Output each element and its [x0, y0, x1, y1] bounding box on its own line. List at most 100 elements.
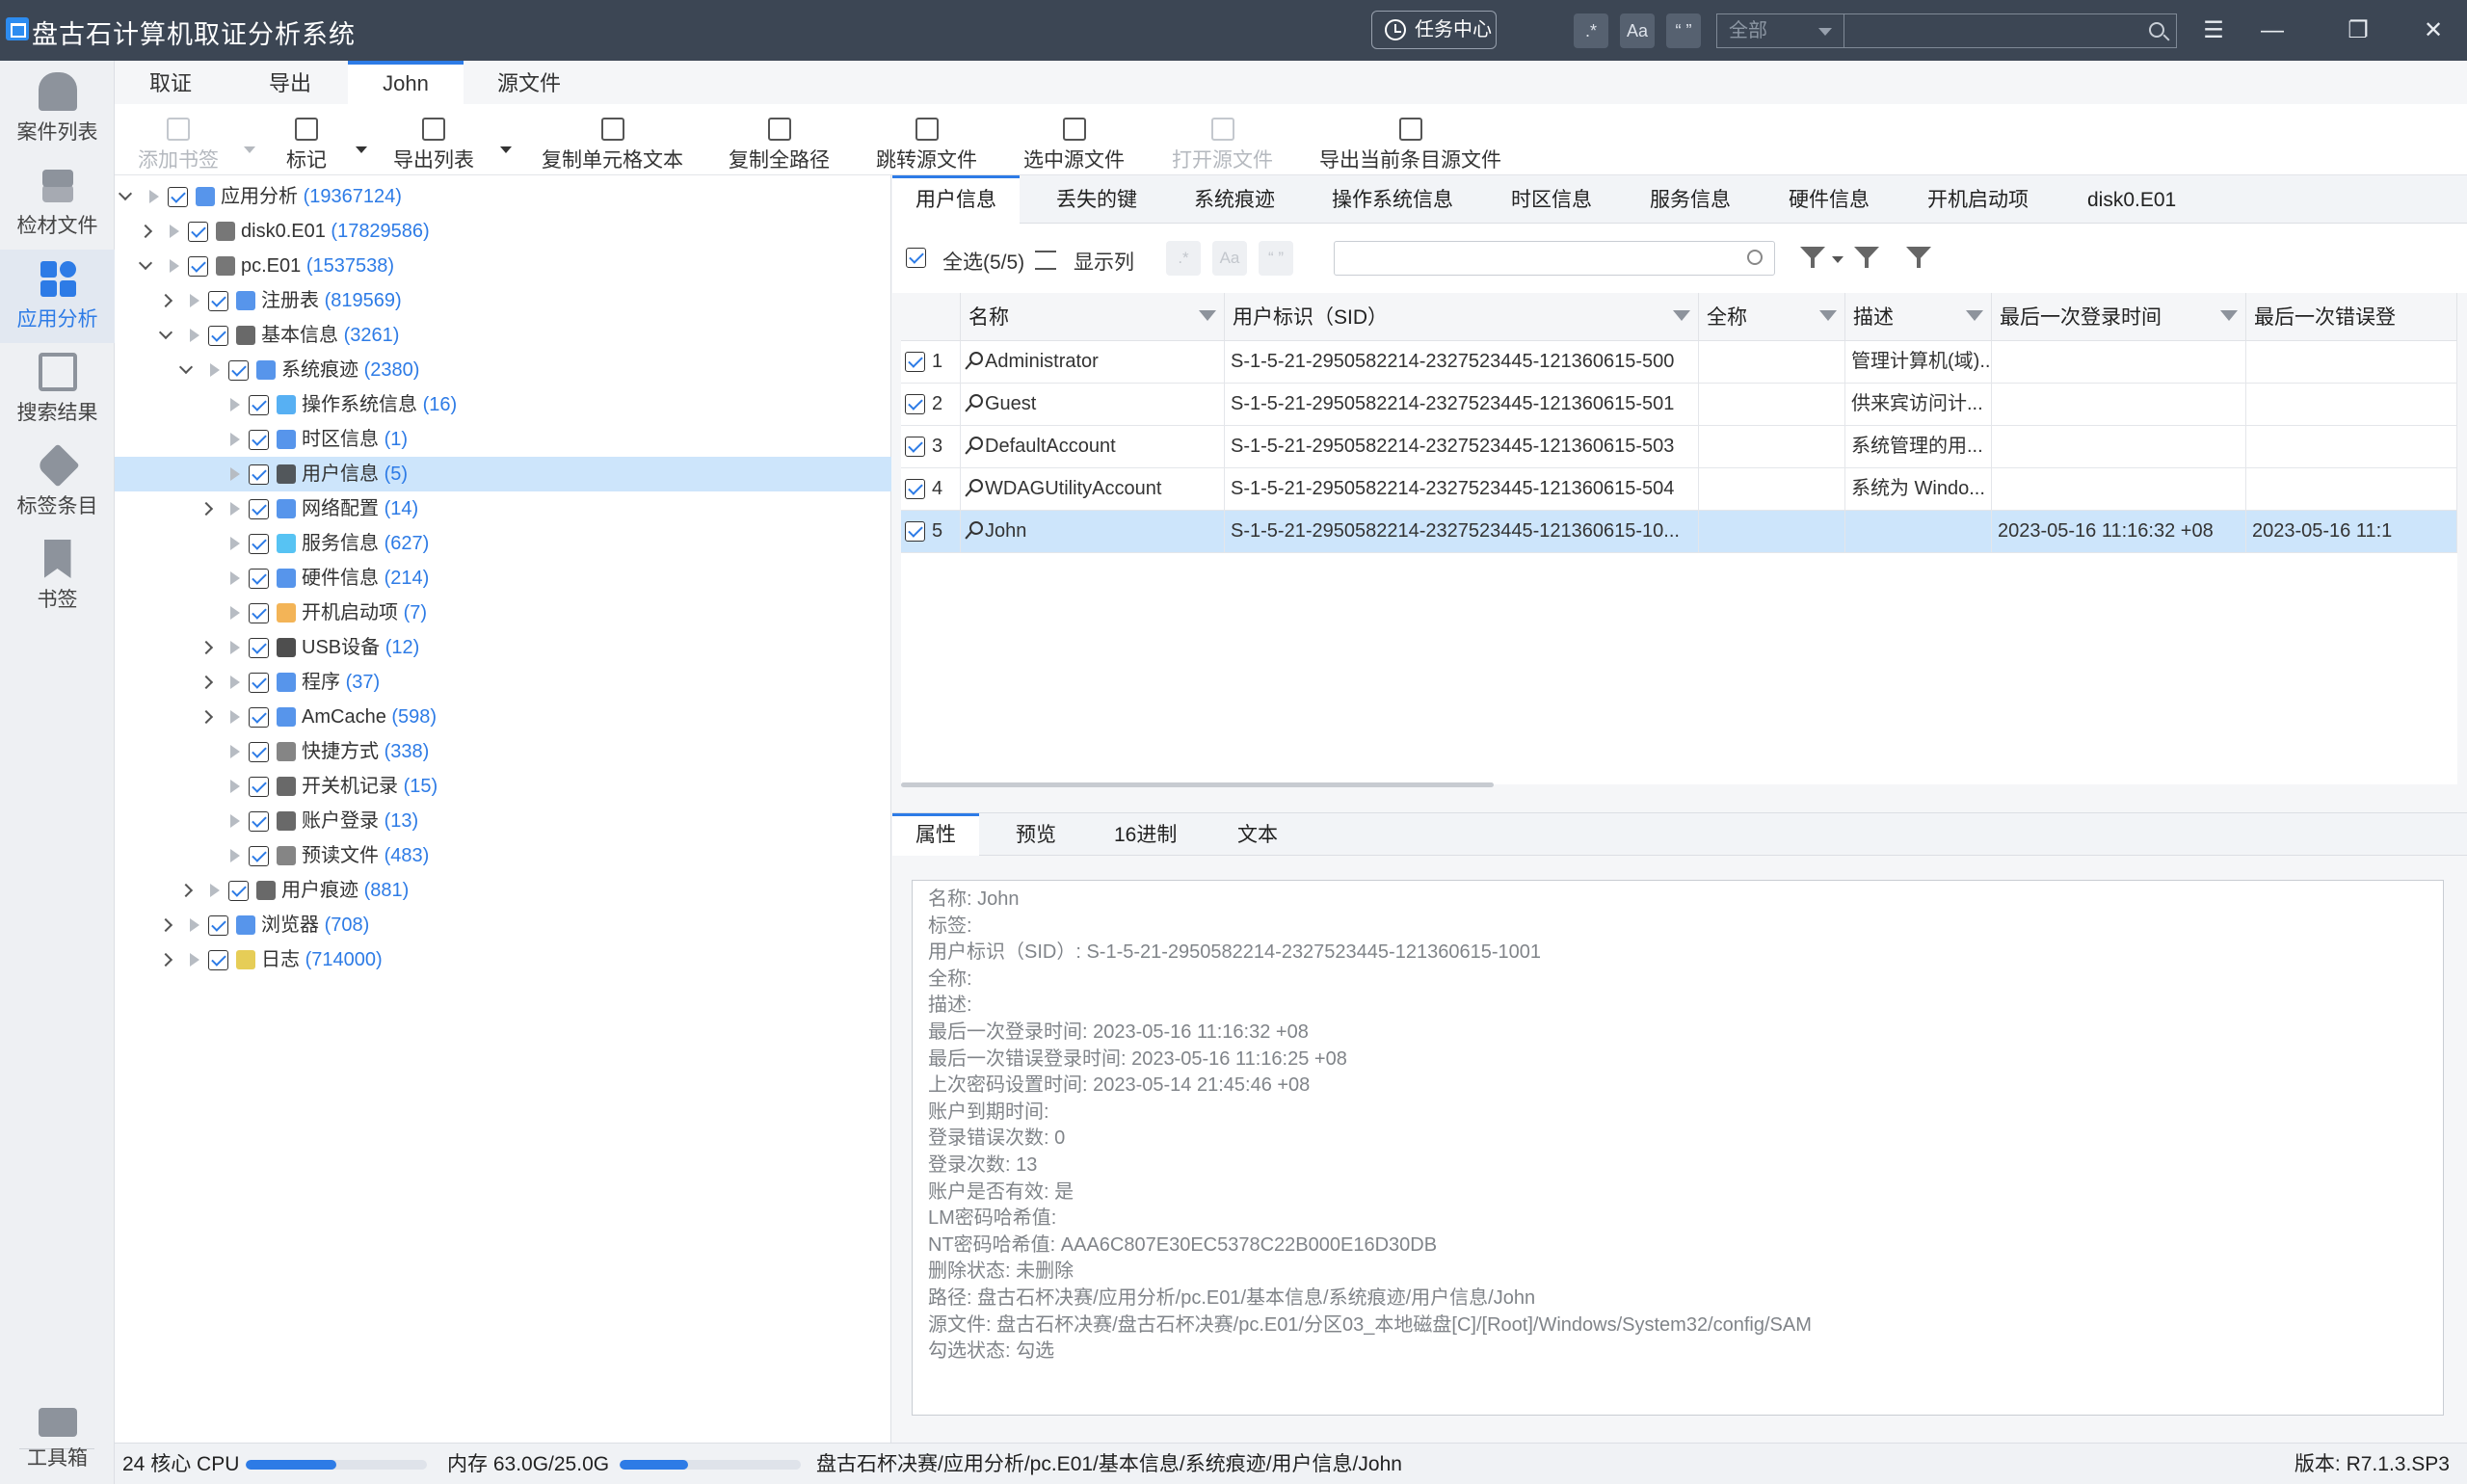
- tab-hardware-info[interactable]: 硬件信息: [1789, 175, 1870, 224]
- table-cell-last-login[interactable]: 2023-05-16 11:16:32 +08: [1992, 511, 2246, 552]
- column-filter-icon[interactable]: [1966, 310, 1983, 321]
- tree-node-checkbox[interactable]: [249, 707, 269, 728]
- regex-toggle-button[interactable]: .*: [1574, 13, 1608, 48]
- table-cell-full[interactable]: [1699, 468, 1845, 510]
- table-row[interactable]: 5 John S-1-5-21-2950582214-2327523445-1213…: [901, 511, 2457, 553]
- table-cell-num[interactable]: 2: [901, 384, 961, 425]
- table-horizontal-scrollbar[interactable]: [901, 782, 1494, 787]
- table-cell-sid[interactable]: S-1-5-21-2950582214-2327523445-121360615…: [1225, 426, 1699, 467]
- table-cell-sid[interactable]: S-1-5-21-2950582214-2327523445-121360615…: [1225, 511, 1699, 552]
- tab-text[interactable]: 文本: [1237, 813, 1278, 856]
- tree-node[interactable]: 日志 (714000): [115, 942, 891, 977]
- chevron-right-icon[interactable]: [178, 883, 194, 898]
- table-row[interactable]: 1 Administrator S-1-5-21-2950582214-232752…: [901, 341, 2457, 384]
- table-cell-last-login[interactable]: [1992, 384, 2246, 425]
- tree-node[interactable]: 快捷方式 (338): [115, 734, 891, 769]
- tree-node[interactable]: 系统痕迹 (2380): [115, 353, 891, 387]
- table-cell-desc[interactable]: 供来宾访问计...: [1845, 384, 1992, 425]
- tree-node-checkbox[interactable]: [208, 915, 228, 936]
- rail-item-tagged-items[interactable]: 标签条目: [0, 437, 115, 530]
- table-cell-last-login[interactable]: [1992, 341, 2246, 383]
- table-cell-desc[interactable]: [1845, 511, 1992, 552]
- search-icon[interactable]: [1747, 250, 1763, 265]
- chevron-down-icon[interactable]: [178, 359, 194, 375]
- table-cell-desc[interactable]: 管理计算机(域)...: [1845, 341, 1992, 383]
- tab-source-file[interactable]: 源文件: [481, 61, 577, 104]
- chevron-right-icon[interactable]: [138, 224, 153, 239]
- chevron-right-icon[interactable]: [199, 675, 214, 690]
- column-header-name[interactable]: 名称: [961, 293, 1225, 341]
- table-cell-num[interactable]: 3: [901, 426, 961, 467]
- table-cell-name[interactable]: John: [961, 511, 1225, 552]
- add-bookmark-button[interactable]: 添加书签: [138, 118, 219, 173]
- tab-timezone-info[interactable]: 时区信息: [1511, 175, 1592, 224]
- tree-node-checkbox[interactable]: [249, 742, 269, 762]
- table-row[interactable]: 4 WDAGUtilityAccount S-1-5-21-2950582214-2…: [901, 468, 2457, 511]
- tree-node-checkbox[interactable]: [249, 534, 269, 554]
- chevron-down-icon[interactable]: [158, 325, 173, 340]
- tree-node-checkbox[interactable]: [188, 256, 208, 277]
- tab-lost-keys[interactable]: 丢失的键: [1056, 175, 1137, 224]
- tree-node[interactable]: 服务信息 (627): [115, 526, 891, 561]
- tree-node[interactable]: 硬件信息 (214): [115, 561, 891, 596]
- select-all-checkbox[interactable]: [906, 248, 926, 268]
- task-center-button[interactable]: 任务中心: [1371, 11, 1497, 49]
- table-cell-desc[interactable]: 系统管理的用...: [1845, 426, 1992, 467]
- tab-system-traces[interactable]: 系统痕迹: [1194, 175, 1275, 224]
- tree-node-checkbox[interactable]: [249, 673, 269, 693]
- table-cell-full[interactable]: [1699, 426, 1845, 467]
- tab-properties[interactable]: 属性: [892, 813, 979, 856]
- tree-node-checkbox[interactable]: [208, 291, 228, 311]
- tab-startup-items[interactable]: 开机启动项: [1927, 175, 2029, 224]
- chevron-down-icon[interactable]: [138, 255, 153, 271]
- tree-node-checkbox[interactable]: [249, 811, 269, 832]
- tree-node-checkbox[interactable]: [249, 846, 269, 866]
- tab-user-info[interactable]: 用户信息: [892, 175, 1020, 224]
- select-source-file-button[interactable]: 选中源文件: [1023, 118, 1125, 173]
- tree-node[interactable]: 网络配置 (14): [115, 491, 891, 526]
- rail-item-toolbox[interactable]: 工具箱: [0, 1391, 115, 1484]
- tree-node[interactable]: 应用分析 (19367124): [115, 179, 891, 214]
- minimize-icon[interactable]: —: [2251, 10, 2294, 52]
- tree-node-checkbox[interactable]: [188, 222, 208, 242]
- column-header-index[interactable]: [901, 293, 961, 341]
- search-scope-dropdown[interactable]: 全部: [1716, 13, 1844, 48]
- chevron-down-icon[interactable]: [1832, 256, 1844, 263]
- hamburger-menu-icon[interactable]: ☰: [2192, 10, 2235, 52]
- tree-node[interactable]: AmCache (598): [115, 700, 891, 734]
- tree-node-checkbox[interactable]: [249, 603, 269, 623]
- tree-node-checkbox[interactable]: [249, 777, 269, 797]
- chevron-right-icon[interactable]: [199, 709, 214, 725]
- rail-item-case-list[interactable]: 案件列表: [0, 63, 115, 156]
- chevron-right-icon[interactable]: [158, 293, 173, 308]
- tree-node[interactable]: 用户信息 (5): [115, 457, 891, 491]
- filter-reset-icon[interactable]: [1906, 247, 1931, 270]
- tree-node[interactable]: 浏览器 (708): [115, 908, 891, 942]
- column-header-full-name[interactable]: 全称: [1699, 293, 1845, 341]
- table-search-input[interactable]: [1334, 241, 1775, 276]
- table-cell-sid[interactable]: S-1-5-21-2950582214-2327523445-121360615…: [1225, 384, 1699, 425]
- rail-item-app-analysis[interactable]: 应用分析: [0, 250, 115, 343]
- table-cell-full[interactable]: [1699, 341, 1845, 383]
- table-cell-last-err[interactable]: [2246, 426, 2457, 467]
- table-row[interactable]: 2 Guest S-1-5-21-2950582214-2327523445-121…: [901, 384, 2457, 426]
- tree-node-checkbox[interactable]: [249, 395, 269, 415]
- tree-node[interactable]: 账户登录 (13): [115, 804, 891, 838]
- tree-node[interactable]: disk0.E01 (17829586): [115, 214, 891, 249]
- tree-node[interactable]: 注册表 (819569): [115, 283, 891, 318]
- list-columns-icon[interactable]: [1035, 251, 1056, 270]
- tree-node-checkbox[interactable]: [208, 950, 228, 970]
- chevron-right-icon[interactable]: [158, 952, 173, 967]
- search-icon[interactable]: [2149, 22, 2164, 38]
- table-cell-name[interactable]: Guest: [961, 384, 1225, 425]
- tree-node[interactable]: 时区信息 (1): [115, 422, 891, 457]
- filter-menu-icon[interactable]: [1800, 247, 1825, 270]
- regex-filter-toggle[interactable]: .*: [1166, 241, 1201, 276]
- tree-node-checkbox[interactable]: [228, 881, 249, 901]
- table-cell-full[interactable]: [1699, 511, 1845, 552]
- table-cell-name[interactable]: WDAGUtilityAccount: [961, 468, 1225, 510]
- column-filter-icon[interactable]: [1673, 310, 1690, 321]
- column-header-sid[interactable]: 用户标识（SID）: [1225, 293, 1699, 341]
- tree-node-checkbox[interactable]: [249, 464, 269, 485]
- table-cell-last-err[interactable]: [2246, 468, 2457, 510]
